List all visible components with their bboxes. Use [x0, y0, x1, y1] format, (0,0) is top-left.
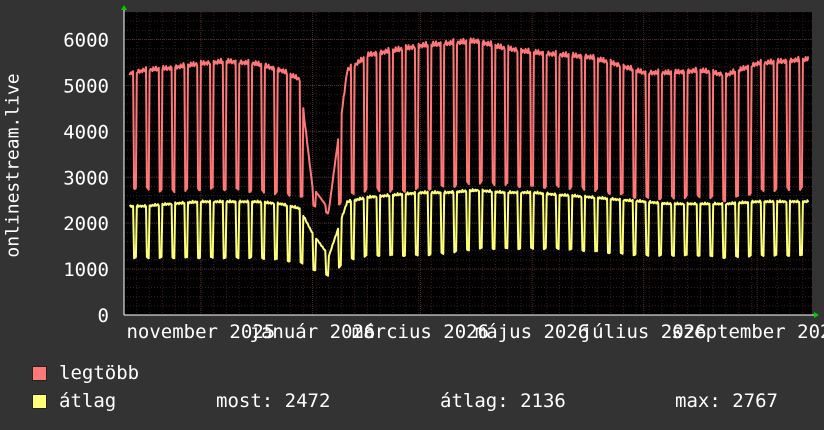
y-axis-label: onlinestream.live: [2, 72, 24, 258]
x-axis-arrow: [814, 312, 819, 318]
stat-maximum: max: 2767: [675, 390, 778, 412]
y-tick-label: 5000: [63, 75, 109, 97]
x-tick-label: március 2026: [352, 321, 489, 343]
x-tick-label: szeptember 2026: [671, 321, 824, 343]
legend-item-max: legtöbb: [32, 362, 139, 384]
legend-swatch-avg: [32, 393, 47, 409]
legend-label-max: legtöbb: [59, 362, 140, 384]
y-tick-label: 0: [98, 305, 109, 327]
legend-swatch-max: [32, 365, 47, 381]
y-tick-label: 4000: [63, 121, 109, 143]
legend-label-avg: átlag: [59, 390, 117, 412]
y-tick-label: 3000: [63, 167, 109, 189]
legend-item-avg: átlag: [32, 390, 116, 412]
y-tick-label: 2000: [63, 213, 109, 235]
stat-average: átlag: 2136: [440, 390, 566, 412]
y-axis-arrow: [121, 5, 127, 10]
x-tick-label: május 2026: [475, 321, 589, 343]
stat-current: most: 2472: [216, 390, 331, 412]
y-tick-label: 6000: [63, 30, 109, 52]
y-axis-label-wrap: onlinestream.live: [2, 0, 24, 330]
y-tick-label: 1000: [63, 259, 109, 281]
chart: 0100020003000400050006000november 2025ja…: [63, 5, 824, 343]
